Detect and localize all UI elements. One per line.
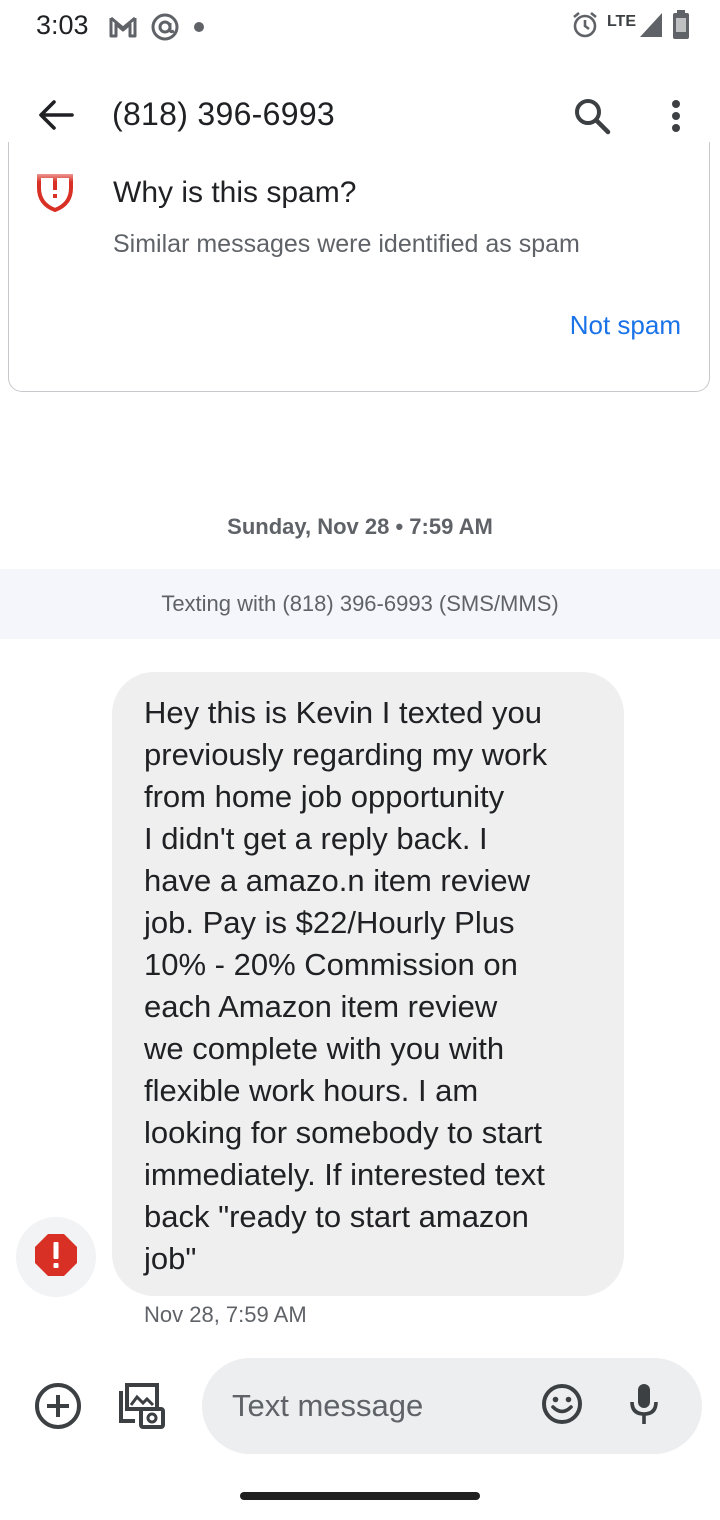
status-time: 3:03 <box>36 10 89 40</box>
message-timestamp: Nov 28, 7:59 AM <box>144 1302 307 1327</box>
not-spam-button[interactable]: Not spam <box>570 310 681 341</box>
spam-info-card: Why is this spam? Similar messages were … <box>8 142 710 392</box>
emoji-button[interactable] <box>536 1380 588 1432</box>
search-button[interactable] <box>562 90 622 146</box>
message-text: Hey this is Kevin I texted you previousl… <box>144 695 548 1276</box>
at-sign-icon <box>150 12 180 47</box>
back-arrow-icon <box>38 99 74 136</box>
texting-with-label: Texting with (818) 396-6993 (SMS/MMS) <box>161 591 559 616</box>
texting-with-banner: Texting with (818) 396-6993 (SMS/MMS) <box>0 569 720 639</box>
battery-icon <box>672 10 690 45</box>
gallery-button[interactable] <box>112 1380 172 1436</box>
mic-icon <box>627 1382 661 1431</box>
more-options-button[interactable] <box>652 90 700 146</box>
message-bubble[interactable]: Hey this is Kevin I texted you previousl… <box>112 672 624 1296</box>
text-message-input[interactable]: Text message <box>202 1358 702 1454</box>
status-bar: 3:03 LTE <box>0 0 720 54</box>
gesture-nav-handle[interactable] <box>240 1492 480 1500</box>
add-circle-icon <box>33 1381 83 1436</box>
text-message-placeholder: Text message <box>232 1388 424 1423</box>
gallery-camera-icon <box>117 1381 167 1436</box>
date-divider: Sunday, Nov 28 • 7:59 AM <box>227 514 493 539</box>
status-notification-icons <box>108 12 206 47</box>
lte-signal-icon <box>638 11 664 44</box>
message-error-button[interactable] <box>16 1217 96 1297</box>
add-attachment-button[interactable] <box>28 1380 88 1436</box>
error-icon <box>33 1232 79 1283</box>
alarm-icon <box>571 11 599 44</box>
lte-label: LTE <box>606 12 636 30</box>
back-button[interactable] <box>26 92 86 142</box>
conversation-title: (818) 396-6993 <box>112 96 336 132</box>
voice-input-button[interactable] <box>618 1380 670 1432</box>
spam-card-fade <box>9 142 709 182</box>
notification-dot-icon <box>192 20 206 39</box>
emoji-icon <box>540 1382 584 1431</box>
compose-bar: Text message <box>0 1358 720 1454</box>
search-icon <box>573 97 611 140</box>
gmail-icon <box>108 15 138 44</box>
status-system-icons: LTE <box>571 10 690 45</box>
more-vert-icon <box>671 99 681 138</box>
spam-card-subtitle: Similar messages were identified as spam <box>113 230 580 258</box>
